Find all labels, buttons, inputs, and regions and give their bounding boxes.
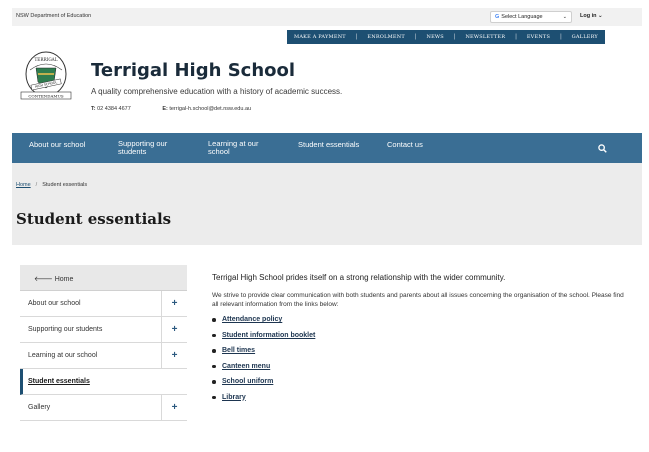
- email-label: E:: [162, 106, 168, 112]
- side-menu-item-label: Learning at our school: [28, 352, 98, 359]
- list-item: Canteen menu: [212, 363, 632, 379]
- nav-student-essentials[interactable]: Student essentials: [298, 141, 359, 149]
- link-bell-times[interactable]: Bell times: [222, 347, 255, 354]
- side-menu-item-supporting[interactable]: Supporting our students +: [20, 317, 187, 343]
- breadcrumb-separator: /: [35, 182, 38, 188]
- google-icon: G: [495, 14, 500, 20]
- main-nav: About our school Supporting our students…: [12, 133, 642, 163]
- utility-link-events[interactable]: EVENTS: [527, 34, 550, 40]
- link-library[interactable]: Library: [222, 394, 246, 401]
- contact-details: T: 02 4384 4677 E: terrigal-h.school@det…: [91, 106, 251, 112]
- essentials-link-list: Attendance policy Student information bo…: [212, 316, 632, 409]
- side-menu-item-label: Student essentials: [28, 378, 90, 385]
- school-tagline: A quality comprehensive education with a…: [91, 87, 343, 96]
- side-menu-item-about[interactable]: About our school +: [20, 291, 187, 317]
- expand-plus-icon[interactable]: +: [161, 343, 187, 368]
- link-school-uniform[interactable]: School uniform: [222, 378, 273, 385]
- side-menu-item-label: About our school: [28, 300, 81, 307]
- link-canteen-menu[interactable]: Canteen menu: [222, 363, 270, 370]
- expand-plus-icon[interactable]: +: [161, 395, 187, 420]
- language-select-label: Select Language: [501, 14, 543, 20]
- list-item: School uniform: [212, 378, 632, 394]
- search-icon[interactable]: [598, 144, 607, 153]
- separator: |: [515, 34, 517, 40]
- school-crest-logo[interactable]: TERRIGAL HIGH SCHOOL CONTENDAMUS: [18, 48, 74, 104]
- department-label: NSW Department of Education: [16, 13, 92, 19]
- utility-nav: MAKE A PAYMENT | ENROLMENT | NEWS | NEWS…: [287, 30, 605, 44]
- side-menu-item-learning[interactable]: Learning at our school +: [20, 343, 187, 369]
- svg-text:TERRIGAL: TERRIGAL: [35, 57, 58, 62]
- side-menu-item-student-essentials[interactable]: Student essentials: [20, 369, 187, 395]
- list-item: Bell times: [212, 347, 632, 363]
- separator: |: [453, 34, 456, 40]
- chevron-down-icon: ⌄: [598, 13, 603, 19]
- utility-link-news[interactable]: NEWS: [427, 34, 444, 40]
- expand-plus-icon[interactable]: +: [161, 317, 187, 342]
- nav-contact-us[interactable]: Contact us: [387, 141, 423, 149]
- breadcrumb-current: Student essentials: [42, 182, 88, 188]
- breadcrumb: Home / Student essentials: [16, 182, 87, 188]
- side-menu: 🡐 Home About our school + Supporting our…: [20, 265, 187, 421]
- phone-label: T:: [91, 106, 96, 112]
- nav-supporting-our-students[interactable]: Supporting our students: [118, 140, 188, 156]
- separator: |: [355, 34, 358, 40]
- top-bar: NSW Department of Education G Select Lang…: [12, 8, 642, 26]
- side-menu-home[interactable]: 🡐 Home: [20, 265, 187, 291]
- expand-plus-icon[interactable]: +: [161, 291, 187, 316]
- phone-number[interactable]: 02 4384 4677: [97, 106, 131, 112]
- school-name[interactable]: Terrigal High School: [91, 60, 295, 81]
- list-item: Student information booklet: [212, 332, 632, 348]
- utility-link-make-payment[interactable]: MAKE A PAYMENT: [294, 34, 346, 40]
- separator: |: [560, 34, 562, 40]
- intro-paragraph: We strive to provide clear communication…: [212, 292, 624, 308]
- utility-link-enrolment[interactable]: ENROLMENT: [367, 34, 405, 40]
- language-select[interactable]: G Select Language ⌄: [490, 11, 572, 23]
- side-menu-item-label: Gallery: [28, 404, 51, 411]
- utility-link-gallery[interactable]: GALLERY: [572, 34, 598, 40]
- separator: |: [414, 34, 417, 40]
- main-content: Terrigal High School prides itself on a …: [212, 273, 632, 409]
- side-menu-item-label: Supporting our students: [28, 326, 103, 333]
- side-menu-item-gallery[interactable]: Gallery +: [20, 395, 187, 421]
- link-student-information-booklet[interactable]: Student information booklet: [222, 332, 315, 339]
- nav-learning-at-our-school[interactable]: Learning at our school: [208, 140, 278, 156]
- svg-text:CONTENDAMUS: CONTENDAMUS: [28, 94, 63, 99]
- utility-link-newsletter[interactable]: NEWSLETTER: [465, 34, 505, 40]
- nav-about-our-school[interactable]: About our school: [29, 141, 85, 149]
- intro-lead: Terrigal High School prides itself on a …: [212, 273, 506, 282]
- page-title: Student essentials: [16, 210, 172, 228]
- side-menu-home-label: Home: [54, 276, 74, 283]
- page-header: Home / Student essentials Student essentia…: [12, 163, 642, 245]
- login-button[interactable]: Log in ⌄: [580, 13, 603, 19]
- email-address[interactable]: terrigal-h.school@det.nsw.edu.au: [169, 106, 251, 112]
- list-item: Library: [212, 394, 632, 410]
- list-item: Attendance policy: [212, 316, 632, 332]
- breadcrumb-home[interactable]: Home: [16, 182, 31, 188]
- chevron-down-icon: ⌄: [562, 14, 567, 20]
- link-attendance-policy[interactable]: Attendance policy: [222, 316, 282, 323]
- arrow-left-icon: 🡐: [34, 276, 53, 283]
